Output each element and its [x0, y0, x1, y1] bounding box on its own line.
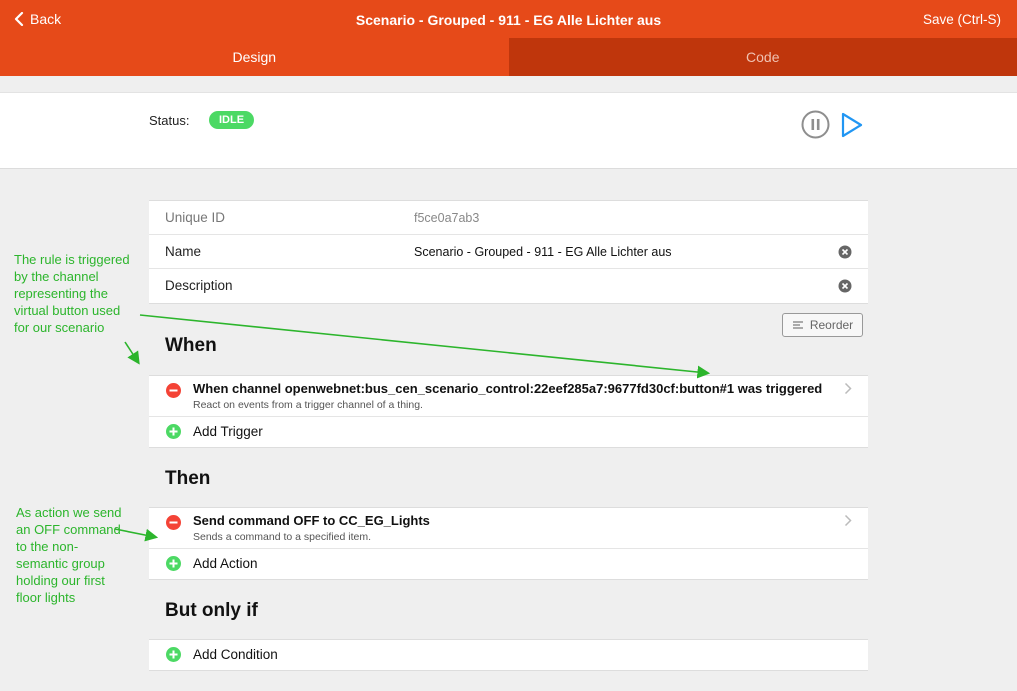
- add-condition-button[interactable]: Add Condition: [149, 640, 868, 670]
- trigger-item[interactable]: When channel openwebnet:bus_cen_scenario…: [149, 376, 868, 417]
- status-panel: Status: IDLE: [0, 92, 1017, 169]
- save-button[interactable]: Save (Ctrl-S): [923, 12, 1001, 27]
- section-only-if-title: But only if: [165, 600, 258, 621]
- actions-card: Send command OFF to CC_EG_Lights Sends a…: [149, 507, 868, 580]
- add-condition-label: Add Condition: [193, 647, 278, 662]
- name-label: Name: [165, 244, 202, 259]
- clear-name-icon[interactable]: [838, 245, 852, 259]
- action-subtitle: Sends a command to a specified item.: [193, 531, 372, 543]
- remove-icon[interactable]: [166, 515, 181, 530]
- trigger-title: When channel openwebnet:bus_cen_scenario…: [193, 381, 823, 396]
- action-item[interactable]: Send command OFF to CC_EG_Lights Sends a…: [149, 508, 868, 549]
- reorder-label: Reorder: [809, 318, 854, 332]
- page-title: Scenario - Grouped - 911 - EG Alle Licht…: [355, 12, 662, 28]
- rule-info-list: Unique ID f5ce0a7ab3 Name Scenario - Gro…: [149, 200, 868, 304]
- unique-id-row: Unique ID f5ce0a7ab3: [149, 201, 868, 235]
- add-action-button[interactable]: Add Action: [149, 549, 868, 579]
- unique-id-value: f5ce0a7ab3: [414, 211, 480, 225]
- reorder-button[interactable]: Reorder: [782, 313, 863, 337]
- play-icon[interactable]: [840, 112, 864, 138]
- trigger-subtitle: React on events from a trigger channel o…: [193, 399, 423, 411]
- description-row[interactable]: Description: [149, 269, 868, 303]
- tab-design[interactable]: Design: [0, 38, 509, 76]
- add-trigger-button[interactable]: Add Trigger: [149, 417, 868, 447]
- tab-code[interactable]: Code: [508, 38, 1017, 76]
- unique-id-label: Unique ID: [165, 210, 226, 225]
- add-icon: [166, 647, 181, 662]
- action-annotation: As action we send an OFF command to the …: [16, 505, 122, 605]
- conditions-card: Add Condition: [149, 639, 868, 671]
- trigger-annotation: The rule is triggered by the channel rep…: [14, 252, 130, 335]
- reorder-icon: [792, 321, 803, 329]
- remove-icon[interactable]: [166, 383, 181, 398]
- pause-icon[interactable]: [801, 110, 830, 139]
- tab-bar: Design Code: [0, 38, 1017, 76]
- status-badge: IDLE: [209, 111, 255, 129]
- add-icon: [166, 556, 181, 571]
- name-row[interactable]: Name Scenario - Grouped - 911 - EG Alle …: [149, 235, 868, 269]
- triggers-card: When channel openwebnet:bus_cen_scenario…: [149, 375, 868, 448]
- add-action-label: Add Action: [193, 556, 258, 571]
- top-bar: Back Scenario - Grouped - 911 - EG Alle …: [0, 0, 1017, 38]
- action-title: Send command OFF to CC_EG_Lights: [193, 513, 430, 528]
- description-label: Description: [165, 278, 233, 293]
- clear-description-icon[interactable]: [838, 279, 852, 293]
- chevron-right-icon: [844, 382, 852, 395]
- chevron-right-icon: [844, 514, 852, 527]
- section-then-title: Then: [165, 468, 211, 489]
- add-icon: [166, 424, 181, 439]
- section-when-title: When: [165, 335, 217, 356]
- trigger-arrow-short: [124, 341, 140, 365]
- name-field[interactable]: Scenario - Grouped - 911 - EG Alle Licht…: [414, 245, 672, 259]
- trigger-arrow: [139, 314, 711, 379]
- status-label: Status:: [149, 113, 190, 128]
- add-trigger-label: Add Trigger: [193, 424, 263, 439]
